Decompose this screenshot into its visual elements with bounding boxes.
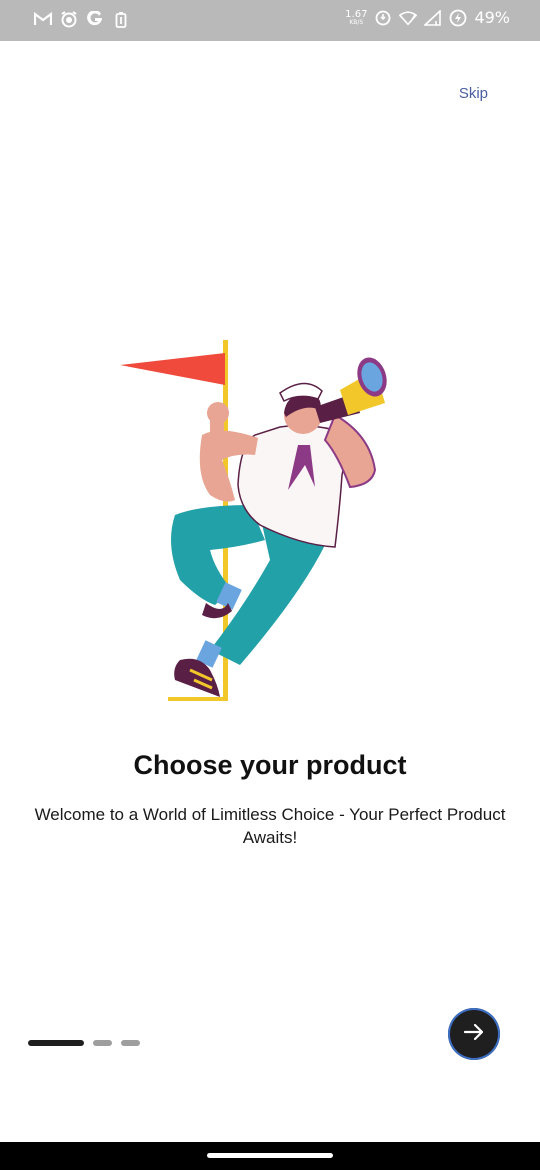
page-indicator-dot-active: [28, 1040, 84, 1046]
page-title: Choose your product: [133, 750, 407, 780]
battery-saver-icon: [112, 10, 130, 28]
battery-icon: [449, 9, 467, 27]
battery-percent: 49%: [474, 8, 510, 27]
next-button[interactable]: [448, 1008, 500, 1060]
signal-icon: [424, 9, 442, 27]
gmail-icon: [34, 10, 52, 28]
onboarding-illustration: [110, 335, 400, 710]
telescope: [315, 357, 387, 423]
net-speed: 1.67 KB/S: [345, 8, 368, 26]
status-right-icons: 1.67 KB/S 49%: [345, 9, 510, 27]
page-indicator-dot: [93, 1040, 112, 1046]
navigation-bar: [0, 1142, 540, 1170]
page-indicator: [28, 1040, 140, 1046]
flag: [120, 353, 225, 385]
status-bar: 1.67 KB/S 49%: [0, 0, 540, 41]
net-speed-value: 1.67: [345, 8, 368, 20]
net-speed-unit: KB/S: [349, 18, 364, 26]
page-indicator-dot: [121, 1040, 140, 1046]
data-saver-icon: [374, 9, 392, 27]
arrow-right-icon: [462, 1020, 486, 1049]
skip-button[interactable]: Skip: [459, 85, 488, 102]
alarm-icon: [60, 10, 78, 28]
wifi-icon: [399, 9, 418, 27]
status-left-icons: [34, 10, 130, 28]
home-gesture-handle[interactable]: [207, 1153, 333, 1158]
google-icon: [86, 10, 104, 28]
page-subtitle: Welcome to a World of Limitless Choice -…: [34, 805, 506, 847]
